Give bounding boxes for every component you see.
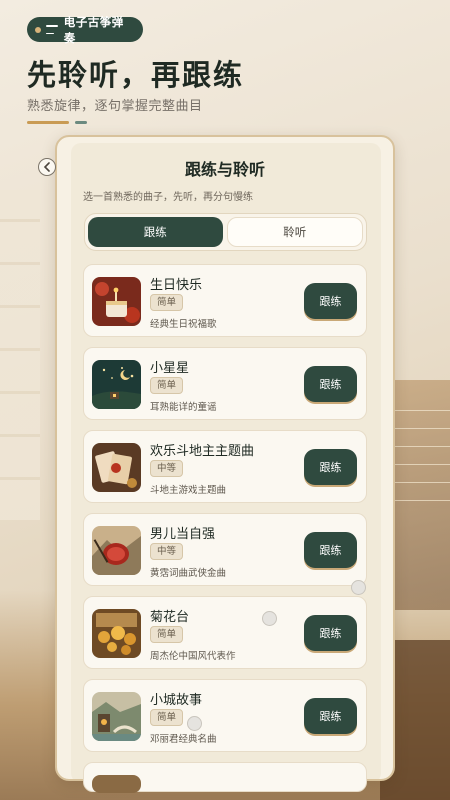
background-window — [0, 190, 40, 520]
song-thumbnail-playing-cards — [92, 443, 141, 492]
song-thumbnail-drum — [92, 526, 141, 575]
touch-indicator — [262, 611, 277, 626]
song-thumbnail-birthday-cake — [92, 277, 141, 326]
song-title: 男儿当自强 — [150, 527, 216, 542]
song-thumbnail-small-town — [92, 692, 141, 741]
page-subline: 熟悉旋律，逐句掌握完整曲目 — [27, 99, 203, 114]
song-thumbnail — [92, 775, 141, 793]
menu-icon — [45, 25, 58, 34]
song-description: 经典生日祝福歌 — [150, 319, 217, 330]
dot-icon — [35, 26, 41, 33]
app-pill-label: 电子古筝弹奏 — [63, 14, 124, 45]
song-item[interactable]: 男儿当自强 中等 黄霑词曲武侠金曲 跟练 — [83, 513, 367, 586]
song-description: 邓丽君经典名曲 — [150, 734, 217, 745]
practice-button[interactable]: 跟练 — [304, 366, 357, 402]
practice-button[interactable]: 跟练 — [304, 698, 357, 734]
song-item[interactable]: 小星星 简单 耳熟能详的童谣 跟练 — [83, 347, 367, 420]
mode-tabs: 跟练 聆听 — [84, 213, 367, 251]
song-thumbnail-chrysanthemum — [92, 609, 141, 658]
song-title: 欢乐斗地主主题曲 — [150, 444, 255, 459]
page-headline: 先聆听，再跟练 — [27, 58, 245, 92]
song-description: 周杰伦中国风代表作 — [150, 651, 236, 662]
song-description: 耳熟能详的童谣 — [150, 402, 217, 413]
song-description: 斗地主游戏主题曲 — [150, 485, 227, 496]
decor-bar-gold — [27, 121, 69, 124]
practice-button[interactable]: 跟练 — [304, 449, 357, 485]
song-title: 小城故事 — [150, 693, 203, 708]
tab-listen[interactable]: 聆听 — [226, 217, 363, 247]
card-title: 跟练与聆听 — [184, 160, 265, 179]
practice-button[interactable]: 跟练 — [304, 615, 357, 651]
song-item[interactable]: 小城故事 简单 邓丽君经典名曲 跟练 — [83, 679, 367, 752]
song-thumbnail-starry-night — [92, 360, 141, 409]
song-title: 生日快乐 — [150, 278, 203, 293]
card-description: 选一首熟悉的曲子，先听，再分句慢练 — [83, 192, 253, 203]
app-pill[interactable]: 电子古筝弹奏 — [27, 15, 143, 45]
song-item[interactable]: 生日快乐 简单 经典生日祝福歌 跟练 — [83, 264, 367, 337]
difficulty-badge: 简单 — [150, 377, 184, 394]
difficulty-badge: 简单 — [150, 294, 184, 311]
difficulty-badge: 简单 — [150, 626, 184, 643]
difficulty-badge: 中等 — [150, 543, 184, 560]
song-item-partial[interactable] — [83, 762, 367, 793]
practice-button[interactable]: 跟练 — [304, 532, 357, 568]
song-description: 黄霑词曲武侠金曲 — [150, 568, 227, 579]
song-list: 生日快乐 简单 经典生日祝福歌 跟练 小星星 简单 耳熟能详的童谣 跟练 欢乐斗… — [83, 264, 367, 800]
difficulty-badge: 中等 — [150, 460, 184, 477]
practice-button[interactable]: 跟练 — [304, 283, 357, 319]
song-item[interactable]: 菊花台 简单 周杰伦中国风代表作 跟练 — [83, 596, 367, 669]
tab-follow-practice[interactable]: 跟练 — [88, 217, 223, 247]
decor-bar-green — [75, 121, 87, 124]
difficulty-badge: 简单 — [150, 709, 184, 726]
touch-indicator — [187, 716, 202, 731]
song-item[interactable]: 欢乐斗地主主题曲 中等 斗地主游戏主题曲 跟练 — [83, 430, 367, 503]
touch-indicator — [351, 580, 366, 595]
song-title: 小星星 — [150, 361, 190, 376]
song-title: 菊花台 — [150, 610, 190, 625]
